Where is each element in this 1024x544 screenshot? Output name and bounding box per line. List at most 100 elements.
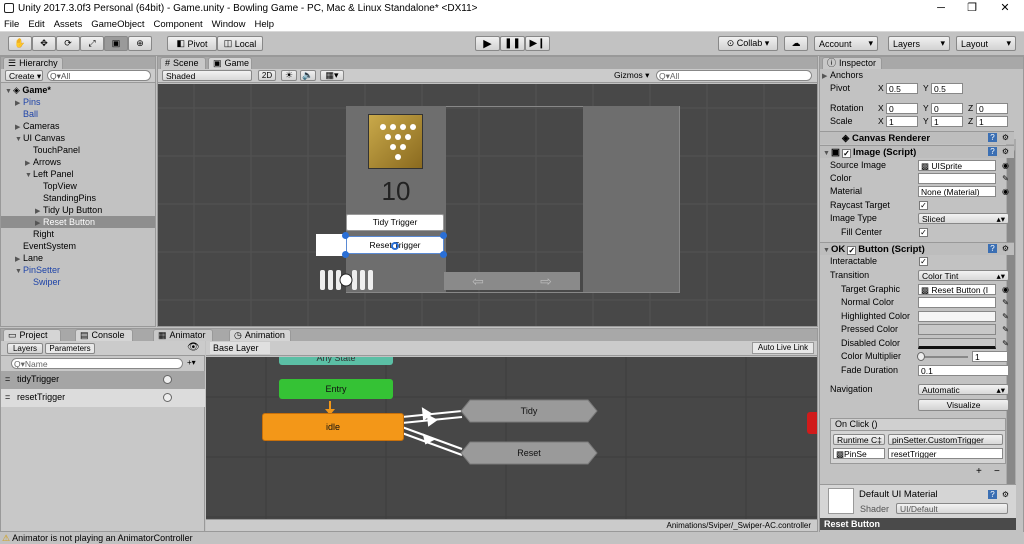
rect-handle-icon[interactable]	[440, 232, 447, 239]
gear-icon[interactable]: ⚙	[1001, 133, 1010, 142]
tidy-trigger-button[interactable]: Tidy Trigger	[346, 214, 444, 231]
top-view-image[interactable]	[368, 114, 423, 169]
rotation-y-input[interactable]: 0	[931, 103, 963, 114]
eyedropper-icon[interactable]: ✎	[1001, 298, 1010, 307]
parameter-row[interactable]: = resetTrigger	[1, 389, 205, 407]
scale-tool-icon[interactable]: ⤢	[80, 36, 104, 51]
fill-center-checkbox[interactable]: ✓	[919, 228, 928, 237]
multiplier-slider-track[interactable]	[920, 356, 968, 358]
layers-tab[interactable]: Layers	[7, 343, 43, 354]
entry-node[interactable]: Entry	[279, 379, 393, 399]
object-picker-icon[interactable]: ◉	[1001, 187, 1010, 196]
image-type-dropdown[interactable]: Sliced ▴▾	[918, 213, 1009, 224]
shader-dropdown[interactable]: UI/Default	[896, 503, 1008, 514]
rect-tool-icon[interactable]: ▣	[104, 36, 128, 51]
cloud-icon[interactable]: ☁	[784, 36, 808, 51]
scene-viewport[interactable]: 10 Tidy Trigger Reset Trigger ⇦ ⇨	[158, 84, 817, 326]
navigation-dropdown[interactable]: Automatic ▴▾	[918, 384, 1009, 395]
right-panel[interactable]	[583, 106, 679, 292]
image-script-header[interactable]: ▼▣ ✓ Image (Script)	[820, 145, 1014, 158]
trigger-radio[interactable]	[163, 375, 172, 384]
account-dropdown[interactable]: Account ▾	[814, 36, 878, 51]
parameters-tab[interactable]: Parameters	[45, 343, 95, 354]
runtime-dropdown[interactable]: Runtime C‡	[833, 434, 885, 445]
collab-button[interactable]: ⊙ Collab ▾	[718, 36, 778, 51]
transition-dropdown[interactable]: Color Tint ▴▾	[918, 270, 1009, 281]
step-icon[interactable]: ▶❙	[525, 36, 550, 51]
minimize-button[interactable]: ─	[926, 0, 956, 17]
hierarchy-item[interactable]: ▶ Cameras	[1, 120, 155, 132]
target-object-field[interactable]: ▩PinSe	[833, 448, 885, 459]
target-graphic-field[interactable]: ▩ Reset Button (I	[918, 284, 996, 295]
trigger-radio[interactable]	[163, 393, 172, 402]
eyedropper-icon[interactable]: ✎	[1001, 339, 1010, 348]
scale-y-input[interactable]: 1	[931, 116, 963, 127]
rect-handle-icon[interactable]	[342, 251, 349, 258]
eye-icon[interactable]: 👁	[187, 342, 200, 353]
hierarchy-item[interactable]: ▶ Tidy Up Button	[1, 204, 155, 216]
menu-file[interactable]: File	[4, 19, 19, 30]
close-button[interactable]: ✕	[990, 0, 1020, 17]
help-icon[interactable]: ?	[988, 490, 997, 499]
rect-handle-icon[interactable]	[342, 232, 349, 239]
parameter-name[interactable]: resetTrigger	[17, 392, 65, 402]
highlighted-color-swatch[interactable]	[918, 311, 996, 322]
argument-input[interactable]: resetTrigger	[888, 448, 1003, 459]
tab-animation[interactable]: ◷ Animation	[229, 329, 291, 341]
tab-hierarchy[interactable]: ☰ Hierarchy	[3, 57, 63, 69]
gear-icon[interactable]: ⚙	[1001, 490, 1010, 499]
menu-window[interactable]: Window	[212, 19, 246, 30]
eyedropper-icon[interactable]: ✎	[1001, 325, 1010, 334]
button-script-header[interactable]: ▼OK ✓ Button (Script)	[820, 242, 1014, 255]
hierarchy-item[interactable]: Ball	[1, 108, 155, 120]
parameter-row[interactable]: = tidyTrigger	[1, 371, 205, 389]
gear-icon[interactable]: ⚙	[1001, 147, 1010, 156]
anchors-row[interactable]: ▶ Anchors	[822, 69, 1024, 82]
raycast-checkbox[interactable]: ✓	[919, 201, 928, 210]
pivot-y-input[interactable]: 0.5	[931, 83, 963, 94]
hierarchy-item[interactable]: ▼◈ Game*	[1, 84, 155, 96]
rotate-tool-icon[interactable]: ⟳	[56, 36, 80, 51]
tab-console[interactable]: ▤ Console	[75, 329, 133, 341]
add-parameter-button[interactable]: +▾	[187, 358, 196, 367]
menu-component[interactable]: Component	[154, 19, 203, 30]
parameter-name[interactable]: tidyTrigger	[17, 374, 59, 384]
hierarchy-item[interactable]: ▼UI Canvas	[1, 132, 155, 144]
play-icon[interactable]: ▶	[475, 36, 500, 51]
gear-icon[interactable]: ⚙	[1001, 244, 1010, 253]
menu-gameobject[interactable]: GameObject	[91, 19, 144, 30]
color-multiplier-input[interactable]: 1	[972, 351, 1008, 362]
hierarchy-item[interactable]: ▶ Pins	[1, 96, 155, 108]
hierarchy-item[interactable]: ▶ Lane	[1, 252, 155, 264]
visualize-button[interactable]: Visualize	[918, 399, 1009, 411]
help-icon[interactable]: ?	[988, 133, 997, 142]
scale-z-input[interactable]: 1	[976, 116, 1008, 127]
arrows-bar[interactable]: ⇦ ⇨	[444, 272, 580, 290]
animator-graph[interactable]: Any State Entry idle Tidy Reset	[206, 357, 817, 519]
tab-animator[interactable]: ▦ Animator	[153, 329, 213, 341]
tab-scene[interactable]: # Scene	[160, 57, 206, 69]
hierarchy-item[interactable]: ▶ Arrows	[1, 156, 155, 168]
image-enabled-checkbox[interactable]: ✓	[841, 149, 851, 158]
object-picker-icon[interactable]: ◉	[1001, 285, 1010, 294]
hierarchy-search-input[interactable]: Q▾All	[47, 70, 151, 81]
rotation-z-input[interactable]: 0	[976, 103, 1008, 114]
pivot-button[interactable]: ◧ Pivot	[167, 36, 217, 51]
disabled-color-swatch[interactable]	[918, 338, 996, 349]
menu-edit[interactable]: Edit	[28, 19, 44, 30]
layout-dropdown[interactable]: Layout ▾	[956, 36, 1016, 51]
layers-dropdown[interactable]: Layers ▾	[888, 36, 950, 51]
interactable-checkbox[interactable]: ✓	[919, 257, 928, 266]
lighting-icon[interactable]: ☀	[281, 70, 297, 81]
material-field[interactable]: None (Material)	[918, 186, 996, 197]
drag-handle-icon[interactable]: =	[5, 374, 10, 384]
rotation-x-input[interactable]: 0	[886, 103, 918, 114]
hierarchy-item[interactable]: TouchPanel	[1, 144, 155, 156]
base-layer-breadcrumb[interactable]: Base Layer	[210, 342, 270, 354]
menu-help[interactable]: Help	[254, 19, 274, 30]
2d-toggle[interactable]: 2D	[258, 70, 276, 81]
color-swatch[interactable]	[918, 173, 996, 184]
parameter-search-input[interactable]: Q▾Name	[11, 358, 183, 369]
transform-tool-icon[interactable]: ⊕	[128, 36, 152, 51]
move-tool-icon[interactable]: ✥	[32, 36, 56, 51]
